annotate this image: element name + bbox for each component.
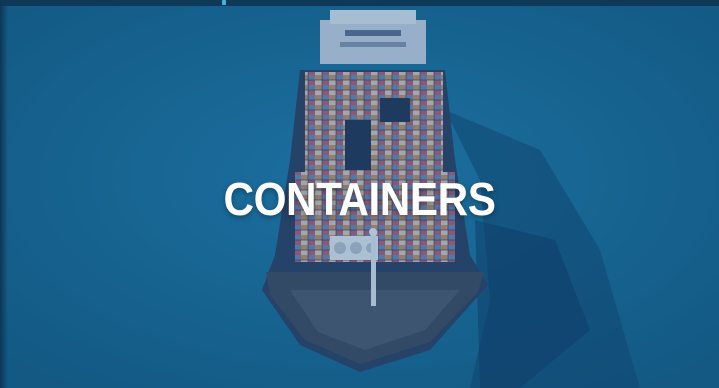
containers-category-card[interactable]: CONTAINERS	[0, 0, 719, 388]
card-title: CONTAINERS	[223, 173, 496, 225]
